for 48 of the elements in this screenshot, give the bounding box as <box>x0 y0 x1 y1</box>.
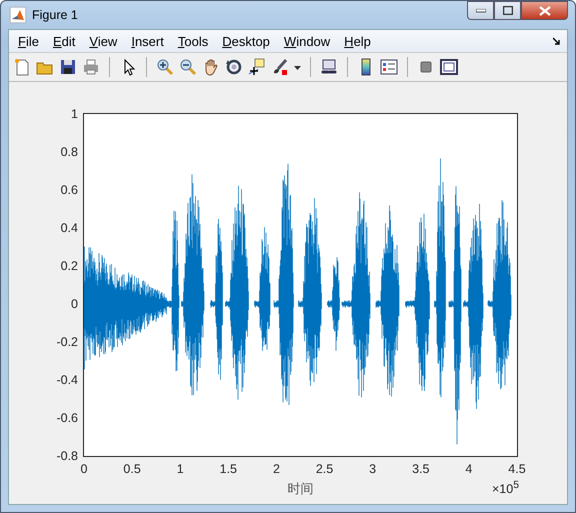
x-tick-label: 0 <box>80 462 88 476</box>
minimize-icon <box>476 8 486 12</box>
x-tick-label: 4.5 <box>508 462 526 476</box>
menu-item[interactable]: Edit <box>50 34 82 48</box>
printer-icon[interactable] <box>82 58 100 76</box>
x-tick-label: 2 <box>272 462 280 476</box>
x-tick-label: 1 <box>176 462 184 476</box>
y-tick-label: 0.6 <box>60 183 78 197</box>
maximize-icon <box>502 6 512 15</box>
zoom-out-icon[interactable] <box>179 58 197 76</box>
y-tick-label: -0.2 <box>56 335 78 349</box>
y-tick-label: -0.8 <box>56 449 78 463</box>
new-file-icon[interactable] <box>13 58 31 76</box>
legend-icon[interactable] <box>380 58 398 76</box>
peak-logo-icon <box>10 7 26 23</box>
window-title: Figure 1 <box>32 8 79 22</box>
minimize-button[interactable] <box>467 1 494 20</box>
close-icon <box>538 6 550 16</box>
menu-item[interactable]: Insert <box>129 34 170 48</box>
menu-item[interactable]: Desktop <box>220 34 276 48</box>
x-tick-label: 0.5 <box>123 462 141 476</box>
dock-arrow-icon[interactable] <box>553 37 561 45</box>
x-axis-label: 时间 <box>288 481 314 498</box>
y-tick-label: 0.4 <box>60 221 78 235</box>
y-tick-label: -0.6 <box>56 411 78 425</box>
x-tick-label: 3.5 <box>412 462 430 476</box>
y-tick-label: -0.4 <box>56 373 78 387</box>
x-tick-label: 1.5 <box>220 462 238 476</box>
menu-item[interactable]: View <box>87 34 124 48</box>
zoom-in-icon[interactable] <box>156 58 174 76</box>
y-tick-label: 1 <box>71 107 78 121</box>
x-tick-label: 4 <box>465 462 472 476</box>
menu-item[interactable]: Tools <box>176 34 214 48</box>
maximize-button[interactable] <box>494 1 521 20</box>
axis-exponent: ×10$^{5}$ <box>492 480 519 496</box>
data-cursor-icon[interactable] <box>248 58 266 76</box>
menu-item[interactable]: File <box>16 34 45 48</box>
rotate-icon[interactable] <box>225 58 243 76</box>
x-tick-label: 2.5 <box>316 462 334 476</box>
x-tick-label: 3 <box>369 462 376 476</box>
y-tick-label: 0.8 <box>60 145 78 159</box>
menu-item[interactable]: Window <box>282 34 336 48</box>
y-tick-label: 0.2 <box>60 259 78 273</box>
close-button[interactable] <box>521 1 568 20</box>
frame-icon[interactable] <box>440 58 458 76</box>
brush-icon[interactable] <box>271 58 289 76</box>
menu-item[interactable]: Help <box>342 34 377 48</box>
y-tick-label: 0 <box>71 297 78 311</box>
